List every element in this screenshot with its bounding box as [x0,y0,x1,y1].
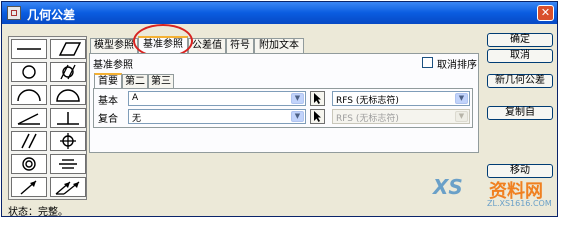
basic-modifier-select[interactable]: RFS (无标志符) ▼ [332,91,470,106]
parallelism-button[interactable] [11,131,47,151]
straightness-icon [17,48,41,50]
cancel-button[interactable]: 取消 [487,49,553,63]
tab-tolerance-value[interactable]: 公差值 [188,38,226,54]
chevron-down-icon: ▼ [291,93,304,104]
total-runout-button[interactable] [50,177,86,197]
compound-label: 复合 [98,114,118,125]
datum-fields: 基本 A ▼ RFS (无标志符) ▼ 复合 无 ▼ RFS (无标志符) ▼ [93,88,473,128]
basic-modifier-value: RFS (无标志符) [336,96,399,106]
straightness-button[interactable] [11,39,47,59]
perpendicularity-icon [57,112,79,125]
tab-tertiary[interactable]: 第三 [148,74,174,89]
tab-primary[interactable]: 首要 [94,73,122,89]
pointer-icon [314,111,321,122]
copy-from-button[interactable]: 复制自 [487,106,553,120]
circularity-button[interactable] [11,62,47,82]
perpendicularity-button[interactable] [50,108,86,128]
basic-label: 基本 [98,96,118,107]
symmetry-button[interactable] [50,154,86,174]
total-runout-icon [55,181,80,195]
concentricity-button[interactable] [11,154,47,174]
symmetry-icon [59,159,77,169]
compound-datum-select[interactable]: 无 ▼ [128,109,306,124]
tab-model-refs[interactable]: 模型参照 [90,38,138,54]
chevron-down-icon: ▼ [291,111,304,122]
tab-symbol[interactable]: 符号 [226,38,254,54]
basic-datum-value: A [132,93,139,103]
pick-datum-button[interactable] [310,91,325,106]
window-title: 几何公差 [27,8,76,22]
watermark-logo: XS 资料网 ZL.XS1616.COM [425,161,558,213]
basic-datum-select[interactable]: A ▼ [128,91,306,106]
chevron-down-icon: ▼ [455,93,468,104]
line-profile-icon [17,89,41,102]
angularity-button[interactable] [11,108,47,128]
cylindricity-icon [60,64,76,80]
surface-profile-icon [56,89,80,102]
ok-button[interactable]: 确定 [487,33,553,47]
position-button[interactable] [50,131,86,151]
position-icon [60,133,76,149]
status-text: 状态：完整。 [8,207,68,218]
chevron-down-icon: ▼ [455,111,468,122]
new-gtol-button[interactable]: 新几何公差 [487,74,553,88]
compound-modifier-select: RFS (无标志符) ▼ [332,109,470,124]
symbol-palette [8,36,87,200]
circularity-icon [22,65,36,79]
flatness-button[interactable] [50,39,86,59]
close-button[interactable]: ✕ [537,5,554,21]
circular-runout-button[interactable] [11,177,47,197]
circular-runout-icon [20,180,37,195]
app-icon [7,6,21,20]
unsort-checkbox[interactable] [422,57,433,68]
tab-additional-text[interactable]: 附加文本 [254,38,304,54]
tab-secondary[interactable]: 第二 [122,74,148,89]
datum-refs-panel: 基准参照 取消排序 首要 第二 第三 基本 A ▼ RFS (无标志符) ▼ 复… [89,53,479,153]
compound-modifier-value: RFS (无标志符) [336,114,399,124]
panel-title: 基准参照 [93,60,133,71]
angularity-icon [17,113,40,125]
flatness-icon [58,42,82,56]
concentricity-icon [22,157,36,171]
line-profile-button[interactable] [11,85,47,105]
compound-datum-value: 无 [132,114,142,124]
surface-profile-button[interactable] [50,85,86,105]
cylindricity-button[interactable] [50,62,86,82]
watermark-mark: XS [433,175,463,199]
watermark-url: ZL.XS1616.COM [487,199,552,208]
title-bar[interactable]: 几何公差 ✕ [2,2,557,24]
parallelism-icon [21,133,37,149]
pick-compound-button[interactable] [310,109,325,124]
unsort-checkbox-label: 取消排序 [437,60,477,71]
pointer-icon [314,93,321,104]
